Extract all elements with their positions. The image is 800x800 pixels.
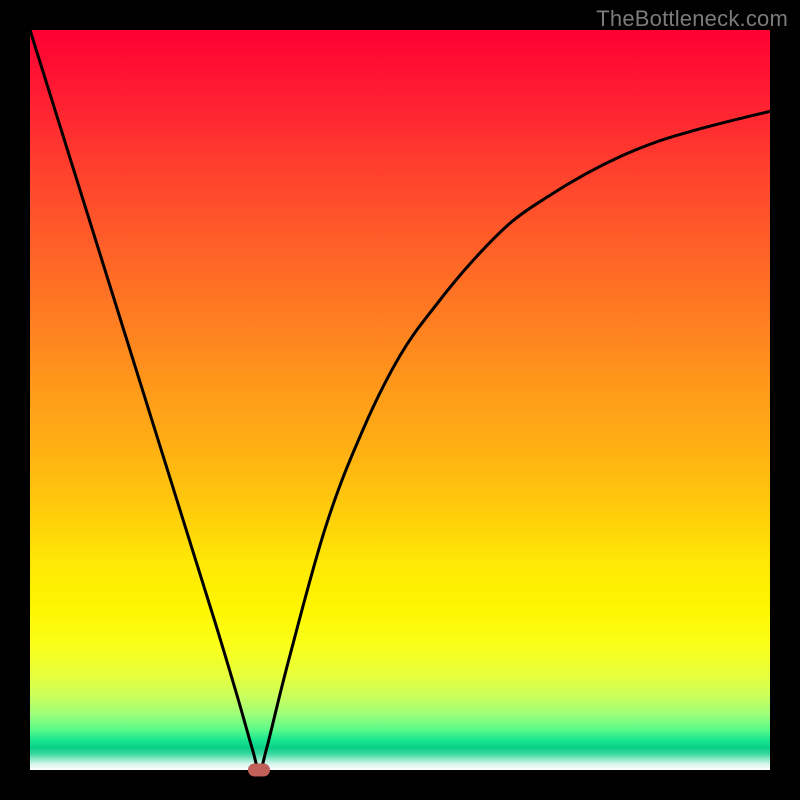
- plot-area: [30, 30, 770, 770]
- watermark-text: TheBottleneck.com: [596, 6, 788, 32]
- minimum-marker: [248, 764, 270, 777]
- bottleneck-curve: [30, 30, 770, 770]
- chart-frame: TheBottleneck.com: [0, 0, 800, 800]
